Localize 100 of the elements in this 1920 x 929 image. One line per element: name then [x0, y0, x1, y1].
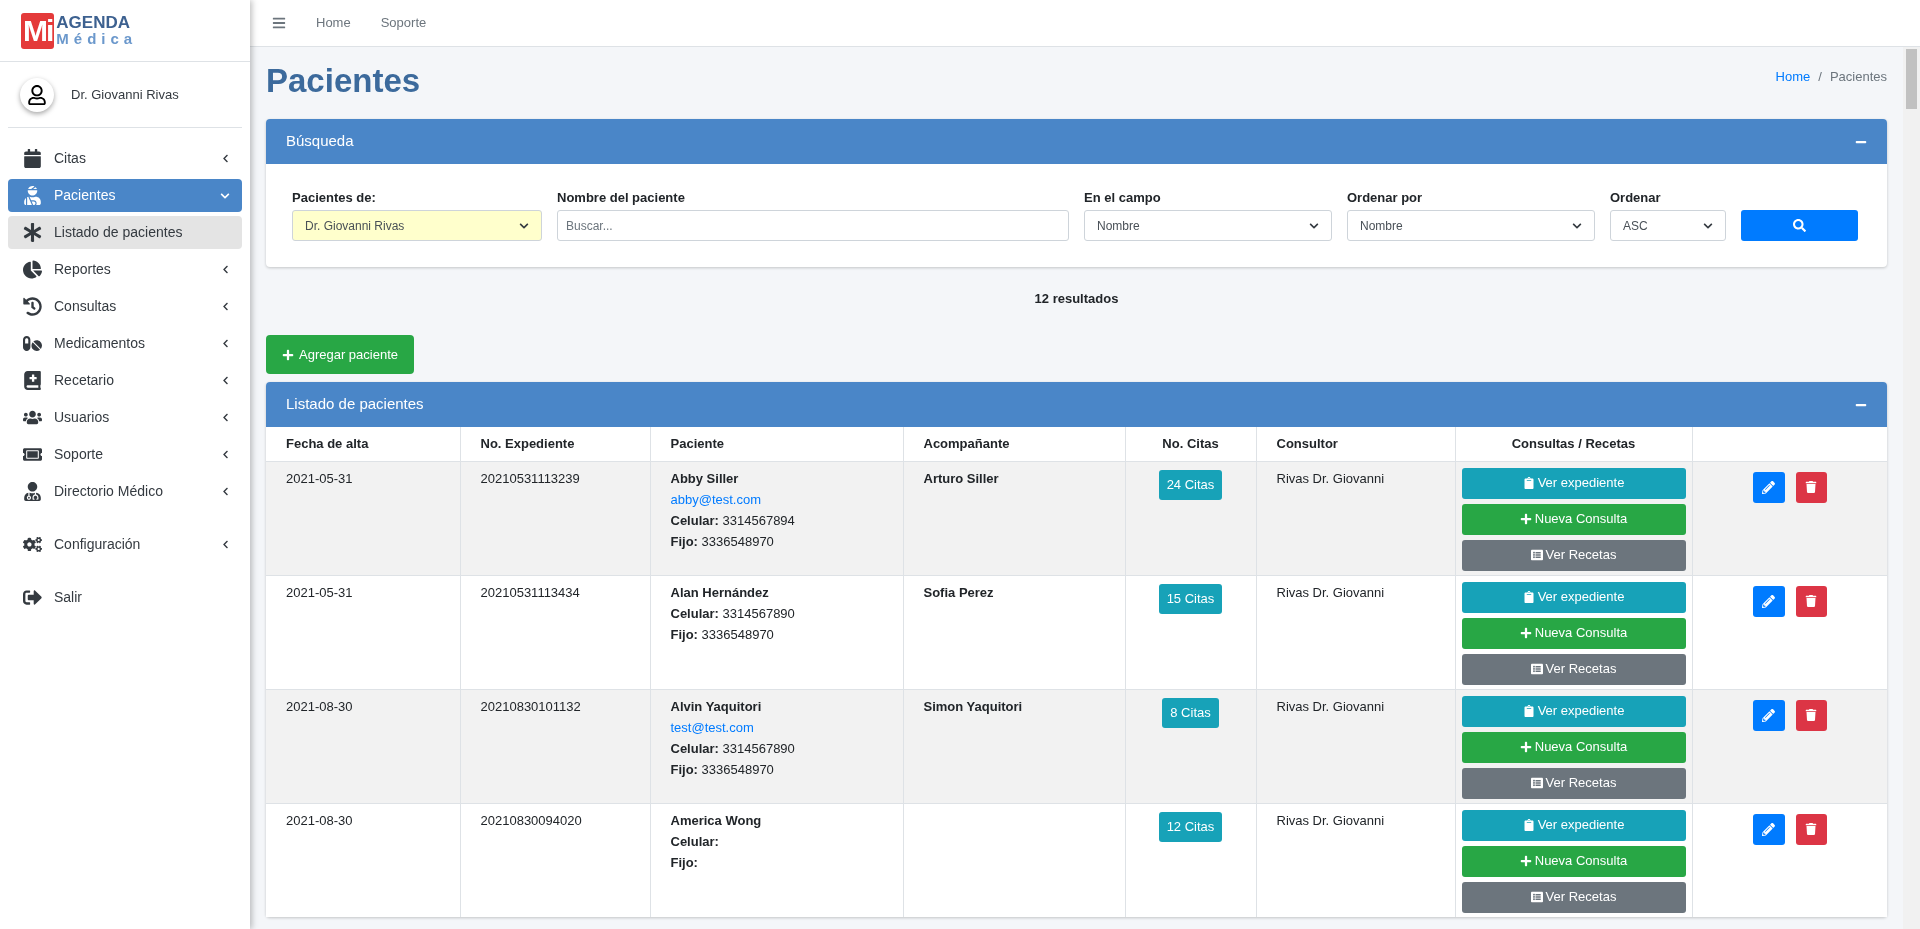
- clipboard-icon: [1522, 477, 1535, 489]
- menu-item[interactable]: Medicamentos: [8, 327, 242, 360]
- edit-button[interactable]: [1752, 699, 1785, 731]
- settings-icon: [22, 535, 42, 554]
- menu-item[interactable]: Listado de pacientes: [8, 216, 242, 249]
- menu-item[interactable]: Directorio Médico: [8, 475, 242, 508]
- field-label: Nombre del paciente: [557, 189, 686, 207]
- action-button[interactable]: Ver Recetas: [1461, 539, 1686, 571]
- chevron-down-icon: [519, 220, 529, 231]
- action-button[interactable]: Nueva Consulta: [1461, 731, 1686, 763]
- chevron-left-icon: [221, 265, 230, 274]
- column-header: Paciente: [670, 436, 724, 451]
- dropdown-field[interactable]: ASC: [1610, 210, 1726, 241]
- avatar-icon: [20, 77, 54, 112]
- action-button[interactable]: Ver Recetas: [1461, 653, 1686, 685]
- add-patient-button[interactable]: Agregar paciente: [266, 335, 414, 374]
- menu-icon[interactable]: [272, 16, 286, 30]
- appointments-count-button[interactable]: 24 Citas: [1158, 469, 1223, 500]
- list-icon: [1530, 663, 1543, 675]
- chevron-left-icon: [221, 413, 230, 422]
- column-header: Acompañante: [923, 436, 1010, 451]
- page-title: Pacientes: [266, 61, 421, 101]
- list-icon: [1530, 777, 1543, 789]
- history-icon: [22, 297, 42, 316]
- chevron-down-icon: [1703, 220, 1713, 231]
- mobile-phone: Celular: 3314567894: [670, 511, 795, 530]
- action-button[interactable]: Ver Recetas: [1461, 767, 1686, 799]
- pencil-icon: [1762, 822, 1776, 836]
- action-button[interactable]: Ver Recetas: [1461, 881, 1686, 913]
- menu-item[interactable]: Usuarios: [8, 401, 242, 434]
- field-label: Pacientes de:: [292, 189, 377, 207]
- chevron-left-icon: [221, 339, 230, 348]
- delete-button[interactable]: [1795, 471, 1827, 503]
- action-button[interactable]: Nueva Consulta: [1461, 617, 1686, 649]
- menu-item[interactable]: Salir: [8, 581, 242, 614]
- trash-icon: [1805, 595, 1818, 607]
- mobile-phone: Celular: 3314567890: [670, 604, 795, 623]
- clipboard-icon: [1522, 819, 1535, 831]
- appointments-count-button[interactable]: 8 Citas: [1162, 697, 1219, 728]
- column-header: No. Expediente: [480, 436, 575, 451]
- edit-button[interactable]: [1752, 585, 1785, 617]
- pencil-icon: [1762, 480, 1776, 494]
- landline-phone: Fijo: 3336548970: [670, 625, 774, 644]
- email-link[interactable]: test@test.com: [670, 716, 754, 738]
- action-button[interactable]: Ver expediente: [1461, 581, 1686, 613]
- doctor-icon: [22, 482, 42, 501]
- table-cell: 2021-08-30: [286, 698, 353, 714]
- nav-link[interactable]: Soporte: [380, 13, 427, 33]
- pencil-icon: [1762, 708, 1776, 722]
- action-button[interactable]: Nueva Consulta: [1461, 845, 1686, 877]
- menu-item[interactable]: Reportes: [8, 253, 242, 286]
- column-header: Fecha de alta: [286, 436, 369, 451]
- appointments-count-button[interactable]: 15 Citas: [1158, 583, 1223, 614]
- scrollbar[interactable]: [1903, 47, 1920, 929]
- breadcrumb-item: Pacientes: [1829, 68, 1887, 86]
- action-button[interactable]: Ver expediente: [1461, 467, 1686, 499]
- menu-item[interactable]: Citas: [8, 142, 242, 175]
- search-field[interactable]: Buscar...: [557, 210, 1069, 241]
- nav-link[interactable]: Home: [316, 13, 351, 33]
- list-icon: [1530, 891, 1543, 903]
- chevron-left-icon: [221, 302, 230, 311]
- ticket-icon: [22, 445, 42, 464]
- table-cell: 2021-05-31: [286, 584, 353, 600]
- dropdown-field[interactable]: Dr. Giovanni Rivas: [292, 210, 542, 241]
- card-title: Listado de pacientes: [286, 394, 425, 415]
- action-button[interactable]: Nueva Consulta: [1461, 503, 1686, 535]
- action-button[interactable]: Ver expediente: [1461, 695, 1686, 727]
- table-cell: 20210531113434: [480, 584, 580, 600]
- card-title: Búsqueda: [286, 131, 355, 152]
- menu-item[interactable]: Recetario: [8, 364, 242, 397]
- menu-item[interactable]: Pacientes: [8, 179, 242, 212]
- menu-item[interactable]: Consultas: [8, 290, 242, 323]
- menu-item[interactable]: Soporte: [8, 438, 242, 471]
- dropdown-field[interactable]: Nombre: [1347, 210, 1595, 241]
- edit-button[interactable]: [1752, 471, 1785, 503]
- chevron-left-icon: [221, 487, 230, 496]
- delete-button[interactable]: [1795, 585, 1827, 617]
- user-name[interactable]: Dr. Giovanni Rivas: [71, 84, 179, 105]
- table-cell: 20210531113239: [480, 470, 580, 486]
- chevron-down-icon: [1572, 220, 1582, 231]
- patient-name: Abby Siller: [670, 469, 739, 488]
- pie-chart-icon: [22, 260, 42, 279]
- appointments-count-button[interactable]: 12 Citas: [1158, 811, 1223, 842]
- calendar-icon: [22, 149, 42, 168]
- companion-name: Arturo Siller: [923, 470, 999, 486]
- action-button[interactable]: Ver expediente: [1461, 809, 1686, 841]
- table-cell: Rivas Dr. Giovanni: [1276, 584, 1385, 600]
- edit-button[interactable]: [1752, 813, 1785, 845]
- field-label: En el campo: [1084, 189, 1162, 207]
- delete-button[interactable]: [1795, 699, 1827, 731]
- menu-item[interactable]: Configuración: [8, 528, 242, 561]
- breadcrumb-item[interactable]: Home: [1775, 67, 1811, 87]
- dropdown-field[interactable]: Nombre: [1084, 210, 1332, 241]
- table-cell: 20210830094020: [480, 812, 582, 828]
- delete-button[interactable]: [1795, 813, 1827, 845]
- mobile-phone: Celular:: [670, 832, 719, 851]
- plus-icon: [1519, 741, 1532, 753]
- clipboard-icon: [1522, 591, 1535, 603]
- email-link[interactable]: abby@test.com: [670, 488, 761, 510]
- landline-phone: Fijo: 3336548970: [670, 760, 774, 779]
